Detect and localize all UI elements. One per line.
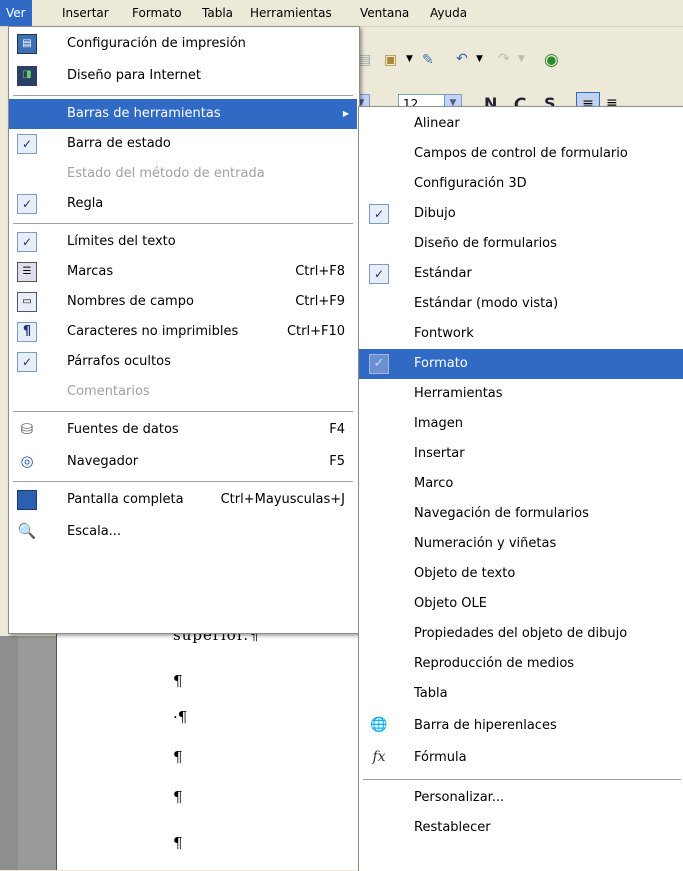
navigator-icon[interactable]: ◉ <box>544 50 559 70</box>
zoom-magnifier-icon: 🔍 <box>17 522 37 540</box>
submenu-item-customize[interactable]: Personalizar... <box>359 783 683 813</box>
menu-item-toolbars[interactable]: Barras de herramientas ▶ <box>9 99 357 129</box>
database-icon: ⛁ <box>20 420 34 438</box>
menu-item-web-layout[interactable]: ◨ Diseño para Internet <box>9 61 357 91</box>
doc-paragraph-mark: ¶ <box>173 834 183 852</box>
undo-dropdown-icon[interactable]: ▼ <box>476 54 483 64</box>
menu-ventana[interactable]: Ventana <box>354 0 415 26</box>
menu-separator <box>13 481 353 482</box>
doc-paragraph-mark: ¶ <box>173 672 183 690</box>
full-screen-icon <box>17 490 37 510</box>
paste-dropdown-icon[interactable]: ▼ <box>406 54 413 64</box>
vertical-ruler-track <box>18 636 56 870</box>
menu-insertar[interactable]: Insertar <box>56 0 115 26</box>
document-page[interactable]: superior.¶ ¶ ·¶ ¶ ¶ ¶ <box>56 600 361 870</box>
doc-paragraph-mark: ¶ <box>173 748 183 766</box>
checkmark-icon: ✓ <box>369 264 389 284</box>
submenu-item-formula[interactable]: fx Fórmula <box>359 743 683 773</box>
menu-item-status-bar[interactable]: ✓ Barra de estado <box>9 129 357 159</box>
menu-separator <box>13 95 353 96</box>
menu-item-ruler[interactable]: ✓ Regla <box>9 189 357 219</box>
hyperlink-bar-icon: 🌐 <box>370 717 388 733</box>
navigator-compass-icon: ◎ <box>20 452 34 470</box>
submenu-item-frame[interactable]: Marco <box>359 469 683 499</box>
submenu-item-form-design[interactable]: Diseño de formularios <box>359 229 683 259</box>
field-shadings-icon: ☰ <box>17 262 37 282</box>
submenu-item-standard[interactable]: ✓ Estándar <box>359 259 683 289</box>
menu-ayuda[interactable]: Ayuda <box>424 0 473 26</box>
submenu-item-fontwork[interactable]: Fontwork <box>359 319 683 349</box>
submenu-item-3d-settings[interactable]: Configuración 3D <box>359 169 683 199</box>
menu-ver[interactable]: Ver <box>0 0 32 26</box>
doc-paragraph-mark: ·¶ <box>173 708 188 726</box>
field-names-icon: ▭ <box>17 292 37 312</box>
submenu-item-tools[interactable]: Herramientas <box>359 379 683 409</box>
standard-toolbar: ▤ ▣ ▼ ✎ ↶ ▼ ↷ ▼ ◉ <box>350 44 683 82</box>
formula-fx-icon: fx <box>372 749 386 765</box>
menu-item-data-sources[interactable]: ⛁ Fuentes de datos F4 <box>9 415 357 445</box>
menu-item-input-method-status: Estado del método de entrada <box>67 166 265 181</box>
menubar: Ver Insertar Formato Tabla Herramientas … <box>0 0 683 27</box>
toolbars-submenu: Alinear Campos de control de formulario … <box>358 106 683 871</box>
menu-item-formatting-marks[interactable]: ¶ Caracteres no imprimibles Ctrl+F10 <box>9 317 357 347</box>
checkmark-icon: ✓ <box>17 134 37 154</box>
checkmark-icon: ✓ <box>369 354 389 374</box>
checkmark-icon: ✓ <box>369 204 389 224</box>
menu-item-zoom[interactable]: 🔍 Escala... <box>9 517 357 547</box>
pilcrow-icon: ¶ <box>17 322 37 342</box>
submenu-item-form-controls[interactable]: Campos de control de formulario <box>359 139 683 169</box>
submenu-arrow-icon: ▶ <box>342 109 349 118</box>
submenu-item-bullets-numbering[interactable]: Numeración y viñetas <box>359 529 683 559</box>
submenu-item-ole-object[interactable]: Objeto OLE <box>359 589 683 619</box>
web-layout-icon: ◨ <box>17 66 37 86</box>
submenu-item-align[interactable]: Alinear <box>359 109 683 139</box>
menu-separator <box>13 223 353 224</box>
submenu-item-image[interactable]: Imagen <box>359 409 683 439</box>
menu-separator <box>363 779 681 780</box>
submenu-item-drawing[interactable]: ✓ Dibujo <box>359 199 683 229</box>
menu-item-hidden-paragraphs[interactable]: ✓ Párrafos ocultos <box>9 347 357 377</box>
submenu-item-reset[interactable]: Restablecer <box>359 813 683 843</box>
submenu-item-text-object[interactable]: Objeto de texto <box>359 559 683 589</box>
submenu-item-form-navigation[interactable]: Navegación de formularios <box>359 499 683 529</box>
menu-item-comments: Comentarios <box>67 384 150 399</box>
doc-paragraph-mark: ¶ <box>173 788 183 806</box>
menu-separator <box>13 411 353 412</box>
format-paintbrush-icon[interactable]: ✎ <box>422 52 434 68</box>
redo-icon[interactable]: ↷ <box>498 51 510 67</box>
menu-item-full-screen[interactable]: Pantalla completa Ctrl+Mayusculas+J <box>9 485 357 515</box>
paste-icon[interactable]: ▣ <box>384 52 397 68</box>
menu-item-navigator[interactable]: ◎ Navegador F5 <box>9 447 357 477</box>
menu-item-print-layout[interactable]: ▤ Configuración de impresión <box>9 29 357 59</box>
submenu-item-insert[interactable]: Insertar <box>359 439 683 469</box>
checkmark-icon: ✓ <box>17 352 37 372</box>
checkmark-icon: ✓ <box>17 232 37 252</box>
menu-item-text-boundaries[interactable]: ✓ Límites del texto <box>9 227 357 257</box>
menu-tabla[interactable]: Tabla <box>196 0 239 26</box>
menu-item-field-names[interactable]: ▭ Nombres de campo Ctrl+F9 <box>9 287 357 317</box>
submenu-item-formatting[interactable]: ✓ Formato <box>359 349 683 379</box>
redo-dropdown-icon[interactable]: ▼ <box>518 54 525 64</box>
submenu-item-table[interactable]: Tabla <box>359 679 683 709</box>
undo-icon[interactable]: ↶ <box>456 51 468 67</box>
submenu-item-drawing-object-properties[interactable]: Propiedades del objeto de dibujo <box>359 619 683 649</box>
ver-menu: ▤ Configuración de impresión ◨ Diseño pa… <box>8 26 360 634</box>
menu-formato[interactable]: Formato <box>126 0 188 26</box>
menu-herramientas[interactable]: Herramientas <box>244 0 338 26</box>
checkmark-icon: ✓ <box>17 194 37 214</box>
submenu-item-standard-view-mode[interactable]: Estándar (modo vista) <box>359 289 683 319</box>
menu-item-field-shadings[interactable]: ☰ Marcas Ctrl+F8 <box>9 257 357 287</box>
submenu-item-hyperlink-bar[interactable]: 🌐 Barra de hiperenlaces <box>359 711 683 741</box>
print-layout-icon: ▤ <box>17 34 37 54</box>
submenu-item-media-playback[interactable]: Reproducción de medios <box>359 649 683 679</box>
